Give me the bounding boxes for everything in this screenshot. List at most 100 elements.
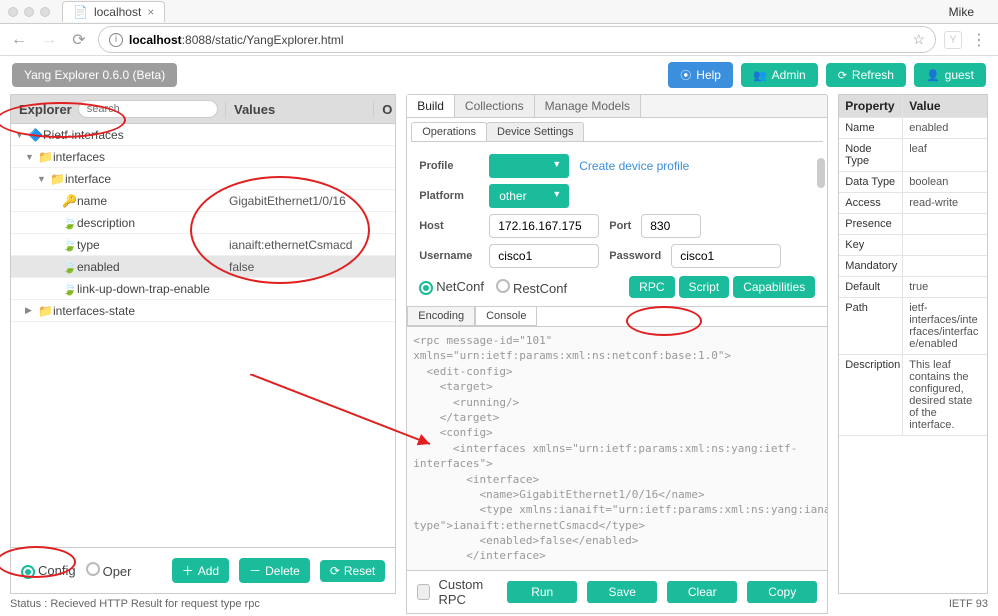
console-output[interactable]: <rpc message-id="101" xmlns="urn:ietf:pa… xyxy=(407,326,827,570)
menu-icon[interactable]: ⋮ xyxy=(968,29,990,51)
tree-node-interfaces-state[interactable]: ▶📁interfaces-state xyxy=(11,300,395,322)
close-tab-icon[interactable]: × xyxy=(147,5,154,19)
property-table: PropertyValue Nameenabled Node Typeleaf … xyxy=(838,94,988,594)
reset-icon: ⟳ xyxy=(330,564,340,578)
tree-node-interface[interactable]: ▼📁interface xyxy=(11,168,395,190)
forward-button: → xyxy=(38,29,60,51)
password-input[interactable] xyxy=(671,244,781,268)
device-form: Profile Create device profile Platform o… xyxy=(407,142,827,276)
user-icon: 👤 xyxy=(926,69,940,82)
address-bar[interactable]: i localhost:8088/static/YangExplorer.htm… xyxy=(98,26,936,53)
subtab-operations[interactable]: Operations xyxy=(411,122,487,141)
status-bar: Status : Recieved HTTP Result for reques… xyxy=(0,596,998,616)
rpc-button[interactable]: RPC xyxy=(629,276,674,298)
value-header: Value xyxy=(903,95,987,117)
leaf-icon: 🍃 xyxy=(62,216,74,230)
prop-row: Nameenabled xyxy=(839,118,987,139)
prop-row: Presence xyxy=(839,214,987,235)
main-tabs: Build Collections Manage Models xyxy=(406,94,828,118)
maximize-window-icon[interactable] xyxy=(40,7,50,17)
password-label: Password xyxy=(609,250,661,262)
leaf-icon: 🍃 xyxy=(62,260,74,274)
prop-row: Pathietf-interfaces/interfaces/interface… xyxy=(839,298,987,355)
tab-encoding[interactable]: Encoding xyxy=(407,307,475,326)
profile-label: Profile xyxy=(419,160,479,172)
tree-node-linkup[interactable]: 🍃link-up-down-trap-enable xyxy=(11,278,395,300)
explorer-search-input[interactable] xyxy=(78,100,218,118)
tree-node-root[interactable]: ▼🔷Rietf-interfaces xyxy=(11,124,395,146)
port-label: Port xyxy=(609,220,631,232)
window-controls xyxy=(8,7,50,17)
host-input[interactable] xyxy=(489,214,599,238)
sub-tabs: Operations Device Settings xyxy=(411,122,823,142)
prop-row: Data Typeboolean xyxy=(839,172,987,193)
oper-column-header: O xyxy=(373,102,395,117)
username-label: Username xyxy=(419,250,479,262)
explorer-title: Explorer xyxy=(19,102,72,117)
bookmark-icon[interactable]: ☆ xyxy=(912,31,925,48)
tab-console[interactable]: Console xyxy=(475,307,537,326)
console-tabs: Encoding Console xyxy=(407,306,827,326)
prop-row: DescriptionThis leaf contains the config… xyxy=(839,355,987,436)
admin-button[interactable]: 👥Admin xyxy=(741,63,818,87)
tree-node-name[interactable]: 🔑nameGigabitEthernet1/0/16 xyxy=(11,190,395,212)
oper-radio[interactable]: Oper xyxy=(86,562,132,579)
port-input[interactable] xyxy=(641,214,701,238)
browser-tab-bar: 📄 localhost × Mike xyxy=(0,0,998,24)
tree-node-description[interactable]: 🍃description xyxy=(11,212,395,234)
platform-dropdown[interactable]: other xyxy=(489,184,569,208)
subtab-device-settings[interactable]: Device Settings xyxy=(486,122,584,141)
scrollbar-thumb[interactable] xyxy=(817,158,825,188)
host-label: Host xyxy=(419,220,479,232)
browser-tab[interactable]: 📄 localhost × xyxy=(62,1,165,22)
folder-icon: 📁 xyxy=(38,150,50,164)
values-column-header: Values xyxy=(225,102,373,117)
model-tree: ▼🔷Rietf-interfaces ▼📁interfaces ▼📁interf… xyxy=(10,124,396,548)
reload-button[interactable]: ⟳ xyxy=(68,29,90,51)
property-header: Property xyxy=(839,95,903,117)
minimize-window-icon[interactable] xyxy=(24,7,34,17)
folder-icon: 📁 xyxy=(50,172,62,186)
guest-button[interactable]: 👤guest xyxy=(914,63,986,87)
netconf-radio[interactable]: NetConf xyxy=(419,279,484,295)
close-window-icon[interactable] xyxy=(8,7,18,17)
page-icon: 📄 xyxy=(73,5,88,19)
protocol-row: NetConf RestConf RPC Script Capabilities xyxy=(407,276,827,306)
tree-node-type[interactable]: 🍃typeianaift:ethernetCsmacd xyxy=(11,234,395,256)
back-button[interactable]: ← xyxy=(8,29,30,51)
key-icon: 🔑 xyxy=(62,194,74,208)
tab-build[interactable]: Build xyxy=(407,95,455,117)
app-header: Yang Explorer 0.6.0 (Beta) ⦿Help 👥Admin … xyxy=(0,56,998,94)
tab-manage-models[interactable]: Manage Models xyxy=(535,95,641,117)
module-icon: 🔷 xyxy=(28,128,40,142)
refresh-icon: ⟳ xyxy=(838,69,847,82)
explorer-header: Explorer Values O xyxy=(10,94,396,124)
plus-icon: ＋ xyxy=(182,562,194,579)
folder-icon: 📁 xyxy=(38,304,50,318)
minus-icon: － xyxy=(249,562,261,579)
tree-node-enabled[interactable]: 🍃enabledfalse xyxy=(11,256,395,278)
tab-title: localhost xyxy=(94,5,141,19)
explorer-footer: Config Oper ＋Add －Delete ⟳Reset xyxy=(10,548,396,594)
refresh-button[interactable]: ⟳Refresh xyxy=(826,63,906,87)
site-info-icon[interactable]: i xyxy=(109,33,123,47)
browser-toolbar: ← → ⟳ i localhost:8088/static/YangExplor… xyxy=(0,24,998,56)
people-icon: 👥 xyxy=(753,69,767,82)
extension-icon[interactable]: Y xyxy=(944,31,962,49)
browser-profile-name[interactable]: Mike xyxy=(949,5,990,19)
tree-node-interfaces[interactable]: ▼📁interfaces xyxy=(11,146,395,168)
profile-dropdown[interactable] xyxy=(489,154,569,178)
capabilities-button[interactable]: Capabilities xyxy=(733,276,815,298)
reset-button[interactable]: ⟳Reset xyxy=(320,560,385,582)
prop-row: Key xyxy=(839,235,987,256)
help-button[interactable]: ⦿Help xyxy=(668,62,733,88)
create-profile-link[interactable]: Create device profile xyxy=(579,159,689,173)
restconf-radio[interactable]: RestConf xyxy=(496,279,567,296)
tab-collections[interactable]: Collections xyxy=(455,95,535,117)
config-radio[interactable]: Config xyxy=(21,563,76,579)
delete-button[interactable]: －Delete xyxy=(239,558,310,583)
add-button[interactable]: ＋Add xyxy=(172,558,229,583)
script-button[interactable]: Script xyxy=(679,276,730,298)
username-input[interactable] xyxy=(489,244,599,268)
app-title-pill: Yang Explorer 0.6.0 (Beta) xyxy=(12,63,177,87)
